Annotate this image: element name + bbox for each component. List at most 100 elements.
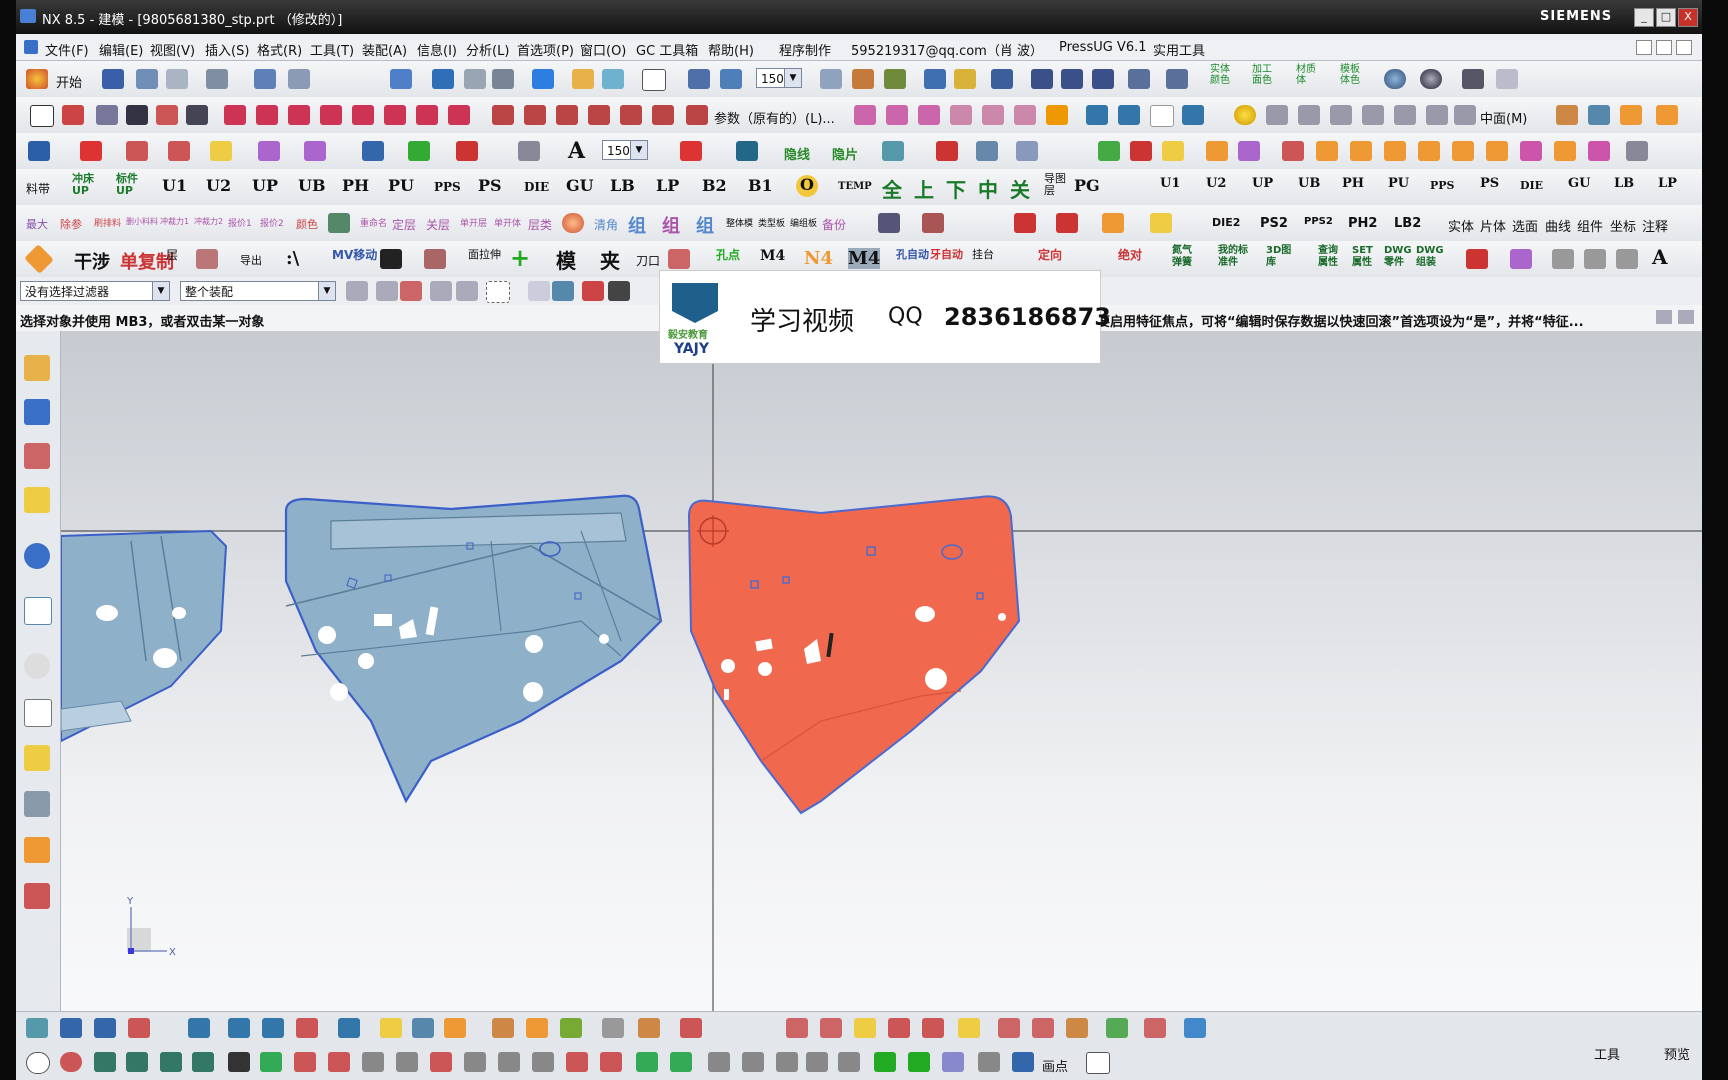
select-icon[interactable] xyxy=(390,69,412,89)
circle-icon[interactable] xyxy=(156,105,178,125)
intersect-icon[interactable] xyxy=(352,105,374,125)
quadrant-point-icon[interactable] xyxy=(566,1052,588,1072)
target-icon[interactable] xyxy=(1466,249,1488,269)
offset-icon[interactable] xyxy=(256,105,278,125)
monitor-icon[interactable] xyxy=(736,141,758,161)
m4-alt-tool[interactable]: M4 xyxy=(848,248,881,269)
axis-icon[interactable] xyxy=(518,141,540,161)
pole-icon[interactable] xyxy=(600,1052,622,1072)
select-curve-tool[interactable]: 曲线 xyxy=(1545,216,1571,235)
sheets-icon[interactable] xyxy=(412,1018,434,1038)
snap3-icon[interactable] xyxy=(1092,69,1114,89)
menu-format[interactable]: 格式(R) xyxy=(257,40,302,59)
pps-button[interactable]: PPS xyxy=(434,180,461,194)
spline-icon[interactable] xyxy=(186,105,208,125)
quote1-tool[interactable]: 报价1 xyxy=(228,216,252,229)
green-line-icon[interactable] xyxy=(260,1052,282,1072)
outline-icon[interactable] xyxy=(1086,1052,1110,1074)
select-annotation-tool[interactable]: 注释 xyxy=(1642,216,1668,235)
quadrant-icon[interactable] xyxy=(126,1052,148,1072)
machining-color-label[interactable]: 加工面色 xyxy=(1252,64,1276,86)
sphere-icon[interactable] xyxy=(1384,69,1406,89)
annotation-text-icon[interactable]: A xyxy=(1652,245,1668,269)
hole-icon[interactable] xyxy=(1182,105,1204,125)
remove-params-tool[interactable]: 除参 xyxy=(60,216,82,232)
panel-icon[interactable] xyxy=(1016,141,1038,161)
open-layer-tool[interactable]: 单开层 xyxy=(460,216,487,229)
select-csys-tool[interactable]: 坐标 xyxy=(1610,216,1636,235)
b2-button[interactable]: B2 xyxy=(702,176,727,195)
process-studio-icon[interactable] xyxy=(24,745,50,771)
comb-icon[interactable] xyxy=(128,1018,150,1038)
crosshair-icon[interactable] xyxy=(80,141,102,161)
mirror-icon[interactable] xyxy=(448,105,470,125)
calculator-icon[interactable] xyxy=(28,141,50,161)
thickness-icon[interactable] xyxy=(262,1018,284,1038)
arc-icon[interactable] xyxy=(26,1018,48,1038)
cup-icon[interactable] xyxy=(1150,213,1172,233)
menu-info[interactable]: 信息(I) xyxy=(417,40,457,59)
chamfer-icon[interactable] xyxy=(588,105,610,125)
paste-icon[interactable] xyxy=(288,69,310,89)
start-icon[interactable] xyxy=(26,69,48,89)
half-step-icon[interactable] xyxy=(126,141,148,161)
app-menu-icon[interactable] xyxy=(24,40,38,54)
component3-icon[interactable] xyxy=(1384,141,1406,161)
export-tool[interactable]: 导出 xyxy=(240,252,262,268)
solid-color-label[interactable]: 实体颜色 xyxy=(1210,64,1234,86)
extract-icon[interactable] xyxy=(384,105,406,125)
red-box-icon[interactable] xyxy=(1130,141,1152,161)
snap-icon[interactable] xyxy=(852,69,874,89)
menu-help[interactable]: 帮助(H) xyxy=(708,40,754,59)
polygon-select-icon[interactable] xyxy=(670,1052,692,1072)
sweep-icon[interactable] xyxy=(918,105,940,125)
deselect-icon[interactable] xyxy=(430,281,452,301)
system-scenes-icon[interactable] xyxy=(24,883,50,909)
temp-button[interactable]: TEMP xyxy=(838,181,872,192)
mv-move-tool[interactable]: MV移动 xyxy=(332,246,377,263)
ruler-icon[interactable] xyxy=(1166,69,1188,89)
project-icon[interactable] xyxy=(320,105,342,125)
existing-point-icon[interactable] xyxy=(430,1052,452,1072)
fillet-icon[interactable] xyxy=(556,105,578,125)
manufacturing-wizard-icon[interactable] xyxy=(24,791,50,817)
template-color-label[interactable]: 模板体色 xyxy=(1340,64,1364,86)
gu-button[interactable]: GU xyxy=(566,176,594,195)
simple-angle-icon[interactable] xyxy=(922,1018,944,1038)
corner-icon[interactable] xyxy=(838,1052,860,1072)
pps-move-button[interactable]: PPS xyxy=(1430,179,1455,192)
endpoint-icon[interactable] xyxy=(328,1052,350,1072)
material-body-label[interactable]: 材质体 xyxy=(1296,64,1320,86)
join-icon[interactable] xyxy=(620,105,642,125)
extract-body-icon[interactable] xyxy=(1620,105,1642,125)
shadow-icon[interactable] xyxy=(408,141,430,161)
center-icon[interactable] xyxy=(1184,1018,1206,1038)
up-move-button[interactable]: UP xyxy=(1252,176,1273,191)
tangent-icon[interactable] xyxy=(498,1052,520,1072)
layer-tool[interactable]: 层 xyxy=(166,246,178,263)
grey2-icon[interactable] xyxy=(1584,249,1606,269)
params-label[interactable]: 参数（原有的）(L)... xyxy=(714,108,835,127)
nitrogen-spring-tool[interactable]: 氮气弹簧 xyxy=(1172,245,1198,269)
set-layer-tool[interactable]: 定层 xyxy=(392,216,416,233)
grid-icon[interactable] xyxy=(820,69,842,89)
whole-mold-tool[interactable]: 整体模 xyxy=(726,216,753,229)
component8-icon[interactable] xyxy=(1554,141,1576,161)
prt-icon[interactable] xyxy=(456,141,478,161)
point-icon[interactable] xyxy=(126,105,148,125)
polygon-icon[interactable] xyxy=(224,105,246,125)
solid-filter-icon[interactable] xyxy=(552,281,574,301)
edit-section-icon[interactable] xyxy=(998,1018,1020,1038)
face-stretch-tool[interactable]: 面拉伸 xyxy=(468,246,501,262)
ruled-icon[interactable] xyxy=(950,105,972,125)
params-icon[interactable] xyxy=(686,105,708,125)
midsurface-label[interactable]: 中面(M) xyxy=(1480,108,1527,127)
dimension-icon[interactable] xyxy=(1128,69,1150,89)
minimize-button[interactable]: _ xyxy=(1634,8,1654,27)
history-icon[interactable] xyxy=(24,653,50,679)
gu-move-button[interactable]: GU xyxy=(1568,176,1590,191)
status-panel-icon[interactable] xyxy=(1656,310,1672,324)
blend-icon[interactable] xyxy=(1330,105,1352,125)
arc-text-icon[interactable] xyxy=(160,1052,182,1072)
component7-icon[interactable] xyxy=(1520,141,1542,161)
